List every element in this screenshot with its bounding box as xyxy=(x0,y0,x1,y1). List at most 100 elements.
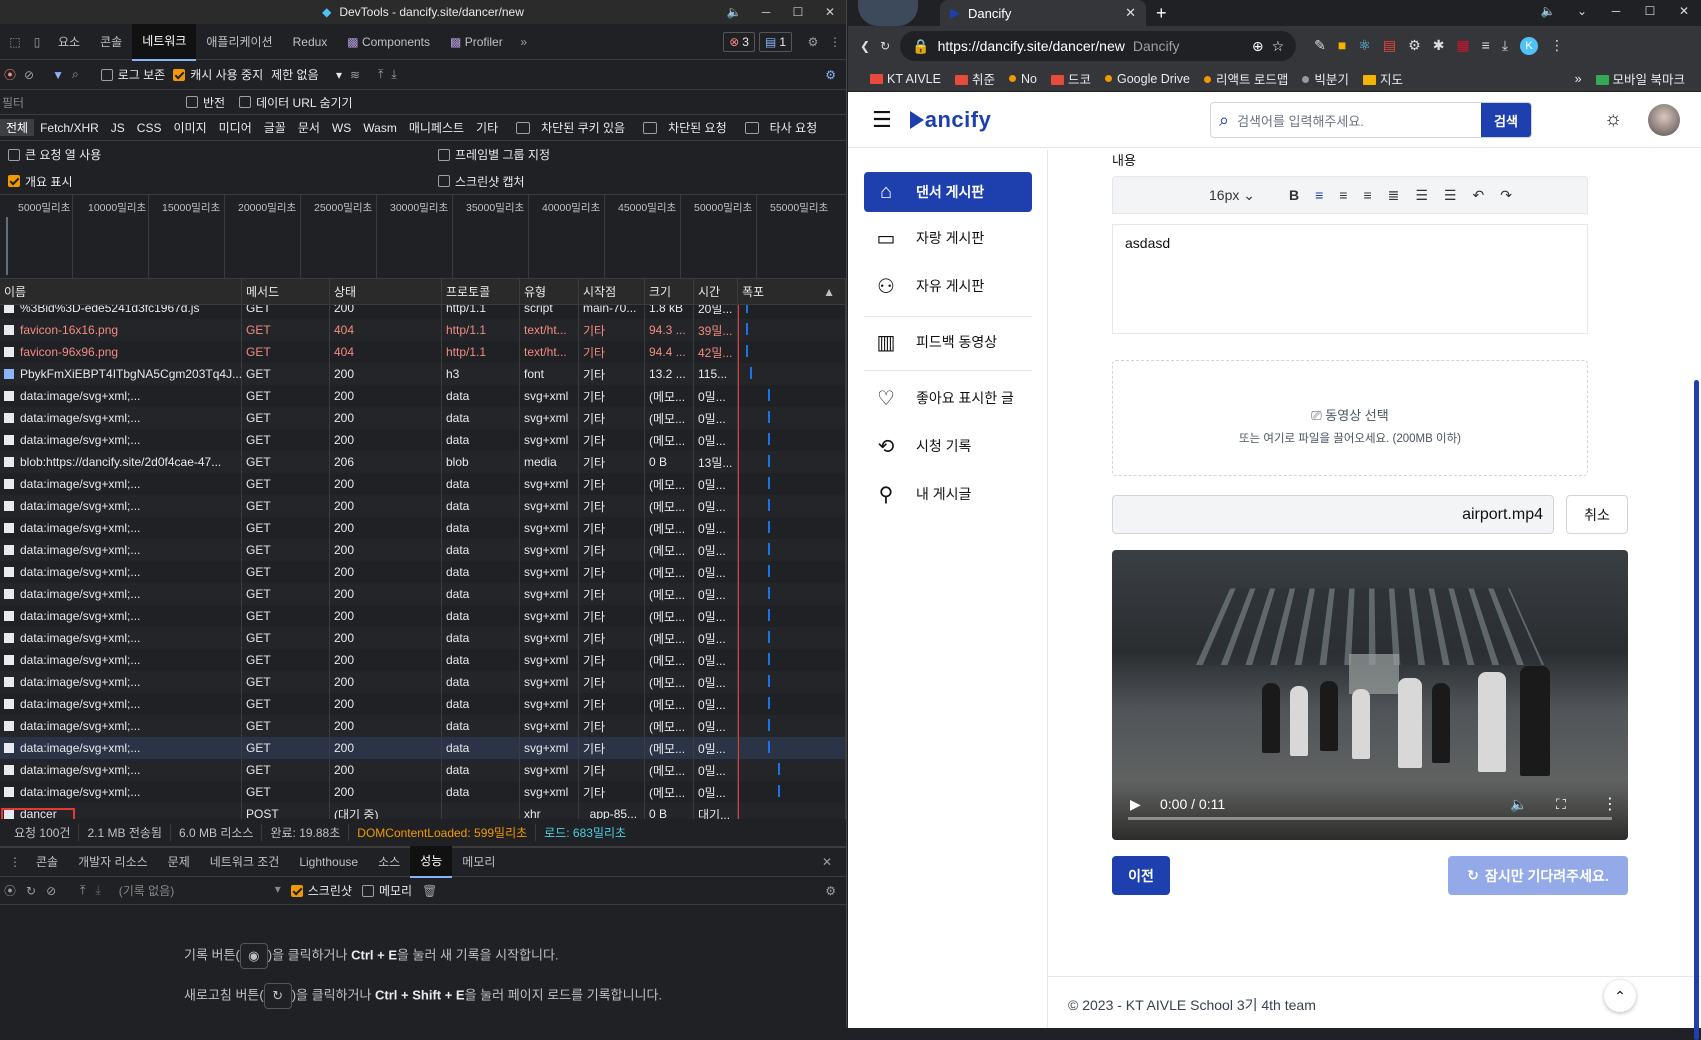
col-status[interactable]: 상태 xyxy=(330,279,442,304)
third-party-checkbox[interactable]: 타사 요청 xyxy=(739,119,830,136)
col-name[interactable]: 이름 xyxy=(0,279,242,304)
sidebar-item-showoff-board[interactable]: ▭ 자랑 게시판 xyxy=(864,218,1032,258)
perf-reload-icon[interactable]: ↻ xyxy=(26,884,36,898)
table-row[interactable]: data:image/svg+xml;... GET 200 data svg+xml 기… xyxy=(0,715,846,737)
previous-button[interactable]: 이전 xyxy=(1112,856,1170,895)
network-settings-icon[interactable]: ⚙ xyxy=(825,68,836,82)
type-wasm[interactable]: Wasm xyxy=(357,121,403,135)
video-more-icon[interactable]: ⋮ xyxy=(1602,794,1618,814)
table-row[interactable]: data:image/svg+xml;... GET 200 data svg+xml 기… xyxy=(0,693,846,715)
table-row[interactable]: favicon-16x16.png GET 404 http/1.1 text/ht..… xyxy=(0,319,846,341)
screenshots-checkbox[interactable]: 스크린샷 캡처 xyxy=(438,173,525,190)
tab-elements[interactable]: 요소 xyxy=(48,24,90,60)
tab-application[interactable]: 애플리케이션 xyxy=(196,24,282,60)
blocked-requests-checkbox[interactable]: 차단된 요청 xyxy=(637,119,739,136)
download-icon[interactable]: ⤓ xyxy=(391,67,396,82)
col-method[interactable]: 메서드 xyxy=(242,279,330,304)
table-row[interactable]: data:image/svg+xml;... GET 200 data svg+xml 기… xyxy=(0,495,846,517)
undo-icon[interactable]: ↶ xyxy=(1472,187,1484,204)
settings-gear-icon[interactable]: ⚙ xyxy=(802,35,824,49)
message-badge[interactable]: ▤ 1 xyxy=(758,31,792,52)
col-protocol[interactable]: 프로토콜 xyxy=(442,279,520,304)
tab-console[interactable]: 콘솔 xyxy=(90,24,132,60)
col-size[interactable]: 크기 xyxy=(645,279,694,304)
profile-avatar[interactable]: K xyxy=(1520,37,1539,55)
filter-funnel-icon[interactable]: ▼ xyxy=(52,68,64,82)
drawer-tab-performance[interactable]: 성능 xyxy=(410,846,453,878)
table-row[interactable]: data:image/svg+xml;... GET 200 data svg+xml 기… xyxy=(0,407,846,429)
sidebar-item-dancer-board[interactable]: ⌂ 댄서 게시판 xyxy=(864,172,1032,212)
sidebar-item-my-posts[interactable]: ⚲ 내 게시글 xyxy=(864,474,1032,514)
mute-icon[interactable]: 🔈 xyxy=(1510,796,1527,813)
fullscreen-icon[interactable]: ⛶ xyxy=(1556,796,1566,813)
video-progress-bar[interactable] xyxy=(1128,817,1612,820)
tab-list-chevron-icon[interactable]: ⌄ xyxy=(1565,0,1599,22)
user-avatar[interactable] xyxy=(1648,104,1680,136)
throttle-select[interactable]: 제한 없음 ▾ xyxy=(271,66,342,83)
bookmark-bigdata[interactable]: 빅분기 xyxy=(1302,69,1349,88)
device-toggle-icon[interactable]: ▯ xyxy=(26,35,48,49)
ordered-list-icon[interactable]: ☰ xyxy=(1444,187,1457,204)
back-icon[interactable]: ❮ xyxy=(860,39,870,53)
filter-input[interactable]: 필터 xyxy=(2,94,172,111)
kebab-menu-icon[interactable]: ⋮ xyxy=(824,35,846,49)
browser-tab-dancify[interactable]: ▶ Dancify ✕ xyxy=(940,0,1146,26)
theme-toggle-sun-icon[interactable]: ☼ xyxy=(1604,108,1622,131)
maximize-button[interactable]: ☐ xyxy=(782,0,814,24)
perf-record-icon[interactable]: ⦿ xyxy=(4,882,16,899)
preserve-log-checkbox[interactable]: 로그 보존 xyxy=(100,66,165,83)
drawer-tab-dev-resources[interactable]: 개발자 리소스 xyxy=(68,847,158,877)
table-row[interactable]: data:image/svg+xml;... GET 200 data svg+xml 기… xyxy=(0,627,846,649)
perf-settings-icon[interactable]: ⚙ xyxy=(825,884,836,898)
col-waterfall[interactable]: 폭포 ▲ xyxy=(738,279,846,304)
sidebar-item-free-board[interactable]: ⚇ 자유 게시판 xyxy=(864,266,1032,306)
drawer-tab-console[interactable]: 콘솔 xyxy=(26,847,68,877)
bold-icon[interactable]: B xyxy=(1289,187,1299,203)
invert-checkbox[interactable]: 반전 xyxy=(186,94,225,111)
col-time[interactable]: 시간 xyxy=(694,279,738,304)
downloads-icon[interactable]: ⤓ xyxy=(1502,37,1508,55)
drawer-tab-lighthouse[interactable]: Lighthouse xyxy=(289,847,368,877)
type-all[interactable]: 전체 xyxy=(0,119,35,136)
perf-memory-checkbox[interactable]: 메모리 xyxy=(361,882,412,899)
table-row[interactable]: data:image/svg+xml;... GET 200 data svg+xml 기… xyxy=(0,759,846,781)
play-icon[interactable]: ▶ xyxy=(1130,796,1141,813)
video-player[interactable]: ▶ 0:00 / 0:11 🔈 ⛶ ⋮ xyxy=(1112,550,1628,840)
table-row[interactable]: data:image/svg+xml;... GET 200 data svg+xml 기… xyxy=(0,385,846,407)
trash-icon[interactable]: 🗑 xyxy=(422,884,437,898)
clear-icon[interactable]: ⊘ xyxy=(24,68,34,82)
table-row[interactable]: data:image/svg+xml;... GET 200 data svg+xml 기… xyxy=(0,605,846,627)
perf-clear-icon[interactable]: ⊘ xyxy=(46,884,56,898)
table-row[interactable]: data:image/svg+xml;... GET 200 data svg+xml 기… xyxy=(0,429,846,451)
big-rows-checkbox[interactable]: 큰 요청 열 사용 xyxy=(8,146,438,163)
table-row[interactable]: data:image/svg+xml;... GET 200 data svg+xml 기… xyxy=(0,649,846,671)
overview-checkbox[interactable]: 개요 표시 xyxy=(8,173,438,190)
type-manifest[interactable]: 매니페스트 xyxy=(403,119,470,136)
table-row[interactable]: PbykFmXiEBPT4ITbgNA5Cgm203Tq4J... GET 200 h… xyxy=(0,363,846,385)
bookmark-google-drive[interactable]: Google Drive xyxy=(1104,72,1190,86)
reading-list-icon[interactable]: ≡ xyxy=(1482,37,1490,55)
table-row[interactable]: data:image/svg+xml;... GET 200 data svg+xml 기… xyxy=(0,473,846,495)
blocked-cookies-checkbox[interactable]: 차단된 쿠키 있음 xyxy=(510,119,637,136)
type-other[interactable]: 기타 xyxy=(470,119,504,136)
search-input[interactable]: 검색어를 입력해주세요. xyxy=(1229,111,1481,130)
extension-flag-icon[interactable]: ▦ xyxy=(1456,37,1469,55)
scrollbar-thumb[interactable] xyxy=(1694,380,1699,1040)
table-row[interactable]: dancer POST (대기 중) xhr _app-85... 0 B 대기... xyxy=(0,803,846,819)
disable-cache-checkbox[interactable]: 캐시 사용 중지 xyxy=(173,66,263,83)
browser-maximize-button[interactable]: ☐ xyxy=(1633,0,1667,22)
upload-icon[interactable]: ⤒ xyxy=(378,67,383,82)
drawer-menu-icon[interactable]: ⋮ xyxy=(4,855,26,869)
page-scrollbar[interactable] xyxy=(1692,150,1700,1040)
type-css[interactable]: CSS xyxy=(131,121,168,135)
table-row[interactable]: favicon-96x96.png GET 404 http/1.1 text/ht..… xyxy=(0,341,846,363)
table-row[interactable]: data:image/svg+xml;... GET 200 data svg+xml 기… xyxy=(0,671,846,693)
align-right-icon[interactable]: ≡ xyxy=(1363,187,1371,203)
address-bar[interactable]: 🔒 https://dancify.site/dancer/new Dancif… xyxy=(900,31,1297,61)
align-justify-icon[interactable]: ≣ xyxy=(1388,187,1400,204)
bookmark-kt-aivle[interactable]: KT AIVLE xyxy=(870,72,941,86)
wifi-icon[interactable]: ≋ xyxy=(350,68,360,82)
tab-close-icon[interactable]: ✕ xyxy=(1125,5,1136,21)
volume-icon[interactable]: 🔈 xyxy=(718,0,750,24)
redo-icon[interactable]: ↷ xyxy=(1500,187,1512,204)
